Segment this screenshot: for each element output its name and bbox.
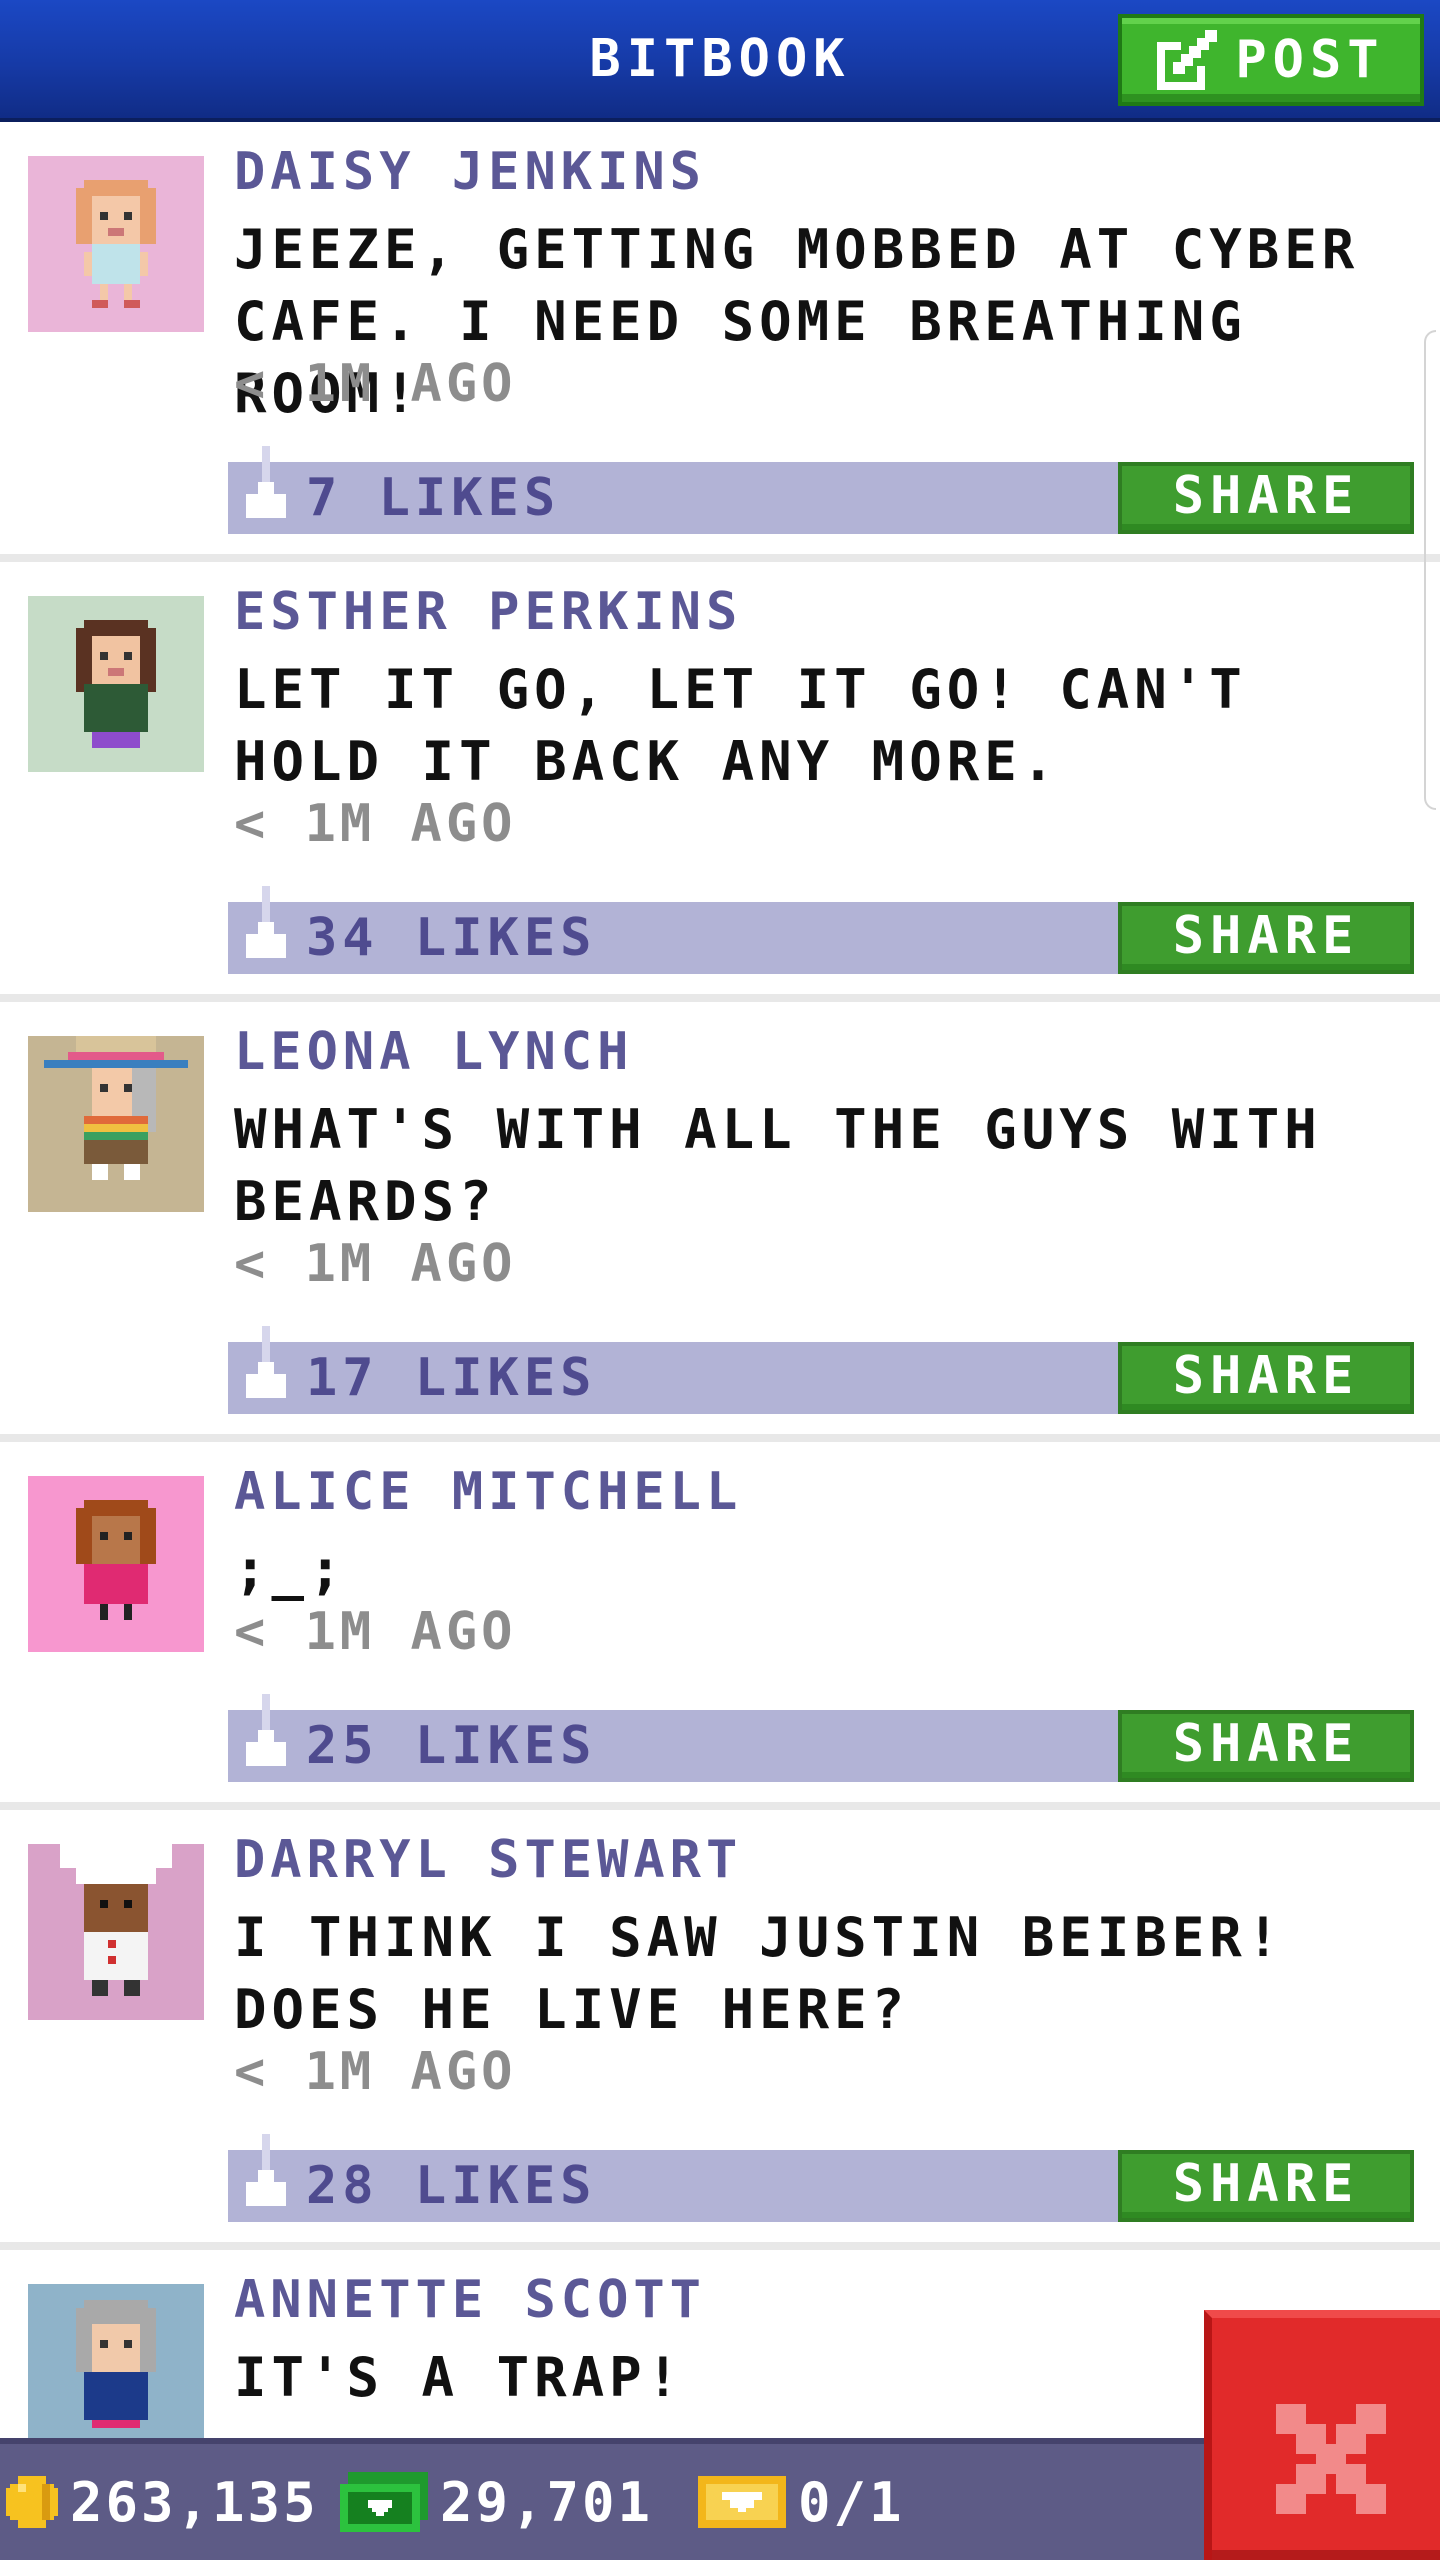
like-icon[interactable]	[242, 1694, 290, 1782]
like-icon[interactable]	[242, 1326, 290, 1414]
post-timestamp: < 1M AGO	[234, 1602, 517, 1662]
tickets-value: 0/1	[798, 2470, 905, 2534]
tickets-display[interactable]: 0/1	[698, 2444, 905, 2560]
post-message: I THINK I SAW JUSTIN BEIBER! DOES HE LIV…	[234, 1906, 1285, 2041]
post-timestamp: < 1M AGO	[234, 794, 517, 854]
post-button[interactable]: POST	[1118, 14, 1424, 106]
share-button[interactable]: SHARE	[1118, 2150, 1414, 2222]
post-message: WHAT'S WITH ALL THE GUYS WITH BEARDS?	[234, 1098, 1322, 1233]
scrollbar[interactable]	[1424, 330, 1436, 810]
post-timestamp: < 1M AGO	[234, 1234, 517, 1294]
post-author[interactable]: ESTHER PERKINS	[234, 582, 742, 642]
likes-bar: 7 LIKES SHARE	[228, 446, 1414, 534]
likes-bar: 28 LIKES SHARE	[228, 2134, 1414, 2222]
likes-bar: 17 LIKES SHARE	[228, 1326, 1414, 1414]
post-timestamp: < 1M AGO	[234, 2042, 517, 2102]
post-message: ;_;	[234, 1538, 347, 1601]
feed-post: DAISY JENKINS JEEZE, GETTING MOBBED AT C…	[0, 122, 1440, 562]
coins-display[interactable]: 263,135	[6, 2444, 319, 2560]
like-icon[interactable]	[242, 886, 290, 974]
avatar[interactable]	[28, 2284, 204, 2438]
likes-count[interactable]: 7 LIKES	[306, 462, 560, 534]
likes-bar: 34 LIKES SHARE	[228, 886, 1414, 974]
bux-value: 29,701	[440, 2470, 654, 2534]
likes-bar: 25 LIKES SHARE	[228, 1694, 1414, 1782]
feed-post: ALICE MITCHELL ;_; < 1M AGO 25 LIKES SHA…	[0, 1442, 1440, 1810]
post-timestamp: < 1M AGO	[234, 354, 517, 414]
avatar[interactable]	[28, 156, 204, 332]
like-icon[interactable]	[242, 2134, 290, 2222]
feed[interactable]: DAISY JENKINS JEEZE, GETTING MOBBED AT C…	[0, 122, 1440, 2438]
coin-icon	[6, 2476, 58, 2528]
share-button[interactable]: SHARE	[1118, 902, 1414, 974]
post-author[interactable]: LEONA LYNCH	[234, 1022, 633, 1082]
share-button[interactable]: SHARE	[1118, 1710, 1414, 1782]
feed-post: DARRYL STEWART I THINK I SAW JUSTIN BEIB…	[0, 1810, 1440, 2250]
like-icon[interactable]	[242, 446, 290, 534]
bux-display[interactable]: 29,701	[340, 2444, 653, 2560]
coins-value: 263,135	[70, 2470, 319, 2534]
edit-icon	[1157, 30, 1218, 90]
post-author[interactable]: ANNETTE SCOTT	[234, 2270, 706, 2330]
bux-icon	[340, 2472, 428, 2532]
likes-count[interactable]: 34 LIKES	[306, 902, 596, 974]
app-header: BITBOOK POST	[0, 0, 1440, 122]
post-author[interactable]: DARRYL STEWART	[234, 1830, 742, 1890]
feed-post: ESTHER PERKINS LET IT GO, LET IT GO! CAN…	[0, 562, 1440, 1002]
close-button[interactable]	[1204, 2310, 1440, 2560]
likes-count[interactable]: 25 LIKES	[306, 1710, 596, 1782]
avatar[interactable]	[28, 1476, 204, 1652]
feed-post: LEONA LYNCH WHAT'S WITH ALL THE GUYS WIT…	[0, 1002, 1440, 1442]
likes-count[interactable]: 28 LIKES	[306, 2150, 596, 2222]
avatar[interactable]	[28, 596, 204, 772]
share-button[interactable]: SHARE	[1118, 462, 1414, 534]
likes-count[interactable]: 17 LIKES	[306, 1342, 596, 1414]
post-message: LET IT GO, LET IT GO! CAN'T HOLD IT BACK…	[234, 658, 1247, 793]
share-button[interactable]: SHARE	[1118, 1342, 1414, 1414]
ticket-icon	[698, 2472, 786, 2532]
post-button-label: POST	[1235, 30, 1385, 90]
post-author[interactable]: ALICE MITCHELL	[234, 1462, 742, 1522]
avatar[interactable]	[28, 1036, 204, 1212]
avatar[interactable]	[28, 1844, 204, 2020]
post-author[interactable]: DAISY JENKINS	[234, 142, 706, 202]
